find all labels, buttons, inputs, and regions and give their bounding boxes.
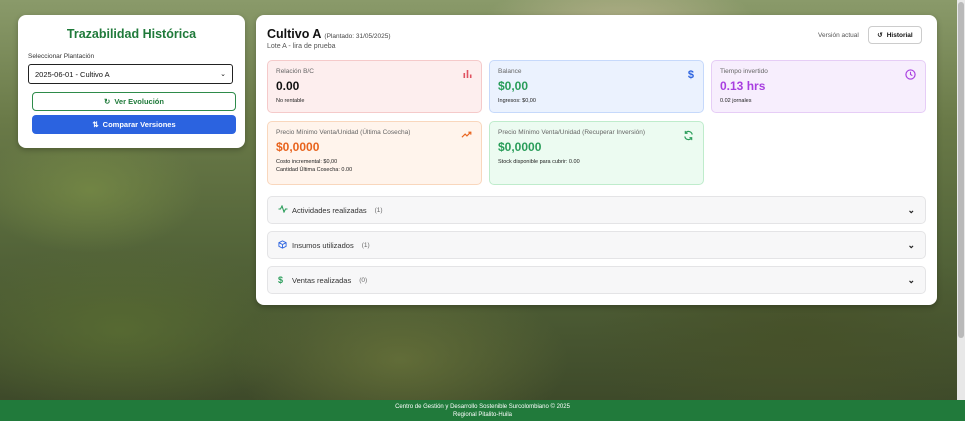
accordion-activities-label: Actividades realizadas bbox=[292, 205, 367, 215]
min-price-recover-label: Precio Mínimo Venta/Unidad (Recuperar In… bbox=[498, 129, 646, 136]
min-price-recover-card: Precio Mínimo Venta/Unidad (Recuperar In… bbox=[489, 121, 704, 185]
clock-icon bbox=[905, 69, 916, 83]
footer-line-2: Regional Pitalito-Huila bbox=[452, 412, 513, 418]
plantation-select-value: 2025-06-01 - Cultivo A bbox=[35, 69, 110, 79]
min-price-last-harvest-card: Precio Mínimo Venta/Unidad (Última Cosec… bbox=[267, 121, 482, 185]
refresh-icon bbox=[683, 130, 694, 144]
time-value: 0.13 hrs bbox=[720, 79, 766, 93]
planted-date: (Plantado: 31/05/2025) bbox=[324, 33, 391, 40]
bc-label: Relación B/C bbox=[276, 68, 314, 75]
box-icon bbox=[278, 239, 292, 251]
balance-card: Balance $0,00 Ingresos: $0,00 $ bbox=[489, 60, 704, 113]
min-price-last-label: Precio Mínimo Venta/Unidad (Última Cosec… bbox=[276, 129, 411, 136]
footer-line-1: Centro de Gestión y Desarrollo Sostenibl… bbox=[395, 403, 570, 410]
history-icon: ↺ bbox=[877, 32, 883, 39]
page-title: Cultivo A (Plantado: 31/05/2025) bbox=[267, 27, 391, 41]
accordion-sales-count: (0) bbox=[359, 276, 368, 284]
bc-value: 0.00 bbox=[276, 79, 300, 93]
time-label: Tiempo invertido bbox=[720, 68, 768, 75]
accordion-sales[interactable]: $ Ventas realizadas (0) ⌄ bbox=[267, 266, 926, 294]
traceability-panel: Trazabilidad Histórica Seleccionar Plant… bbox=[18, 15, 245, 148]
balance-note: Ingresos: $0,00 bbox=[498, 98, 536, 104]
accordion-sales-label: Ventas realizadas bbox=[292, 275, 352, 285]
panel-title: Trazabilidad Histórica bbox=[66, 27, 197, 41]
history-button-label: Historial bbox=[886, 31, 913, 39]
compare-icon: ⇅ bbox=[92, 120, 99, 129]
select-label: Seleccionar Plantación bbox=[28, 53, 95, 60]
chevron-down-icon: ⌄ bbox=[907, 204, 915, 215]
time-invested-card: Tiempo invertido 0.13 hrs 0.02 jornales bbox=[711, 60, 926, 113]
bar-chart-icon bbox=[463, 69, 472, 81]
view-evolution-button[interactable]: ↻ Ver Evolución bbox=[32, 92, 236, 111]
min-price-recover-value: $0,0000 bbox=[498, 140, 542, 154]
plantation-select[interactable]: 2025-06-01 - Cultivo A ⌄ bbox=[28, 64, 233, 84]
page-scrollbar[interactable] bbox=[957, 0, 965, 400]
history-button[interactable]: ↺ Historial bbox=[868, 26, 922, 44]
balance-label: Balance bbox=[498, 68, 522, 75]
compare-versions-button[interactable]: ⇅ Comparar Versiones bbox=[32, 115, 236, 134]
chevron-down-icon: ⌄ bbox=[220, 71, 226, 78]
min-price-last-note2: Cantidad Última Cosecha: 0.00 bbox=[276, 167, 353, 173]
accordion-inputs-label: Insumos utilizados bbox=[292, 240, 354, 250]
activity-icon bbox=[278, 204, 292, 215]
bc-ratio-card: Relación B/C 0.00 No rentable bbox=[267, 60, 482, 113]
accordion-activities[interactable]: Actividades realizadas (1) ⌄ bbox=[267, 196, 926, 224]
crop-detail-card: Cultivo A (Plantado: 31/05/2025) Lote A -… bbox=[256, 15, 937, 305]
crop-subtitle: Lote A - lira de prueba bbox=[267, 43, 336, 50]
footer: Centro de Gestión y Desarrollo Sostenibl… bbox=[0, 400, 965, 421]
dollar-icon: $ bbox=[687, 69, 694, 81]
balance-value: $0,00 bbox=[498, 79, 529, 93]
chevron-down-icon: ⌄ bbox=[907, 239, 915, 250]
scrollbar-thumb[interactable] bbox=[958, 2, 964, 338]
accordion-activities-count: (1) bbox=[374, 206, 383, 214]
chevron-down-icon: ⌄ bbox=[907, 274, 915, 285]
bc-note: No rentable bbox=[276, 98, 305, 104]
accordion-inputs[interactable]: Insumos utilizados (1) ⌄ bbox=[267, 231, 926, 259]
version-label: Versión actual bbox=[818, 32, 859, 39]
min-price-last-value: $0,0000 bbox=[276, 140, 320, 154]
accordion-inputs-count: (1) bbox=[361, 241, 370, 249]
trending-up-icon bbox=[461, 130, 472, 142]
min-price-last-note1: Costo incremental: $0,00 bbox=[276, 159, 338, 165]
time-note: 0.02 jornales bbox=[720, 98, 752, 104]
min-price-recover-note: Stock disponible para cubrir: 0.00 bbox=[498, 159, 580, 165]
history-icon: ↻ bbox=[104, 97, 111, 106]
dollar-icon: $ bbox=[278, 275, 284, 285]
view-evolution-label: Ver Evolución bbox=[114, 97, 164, 106]
crop-name: Cultivo A bbox=[267, 27, 322, 41]
compare-versions-label: Comparar Versiones bbox=[102, 120, 176, 129]
